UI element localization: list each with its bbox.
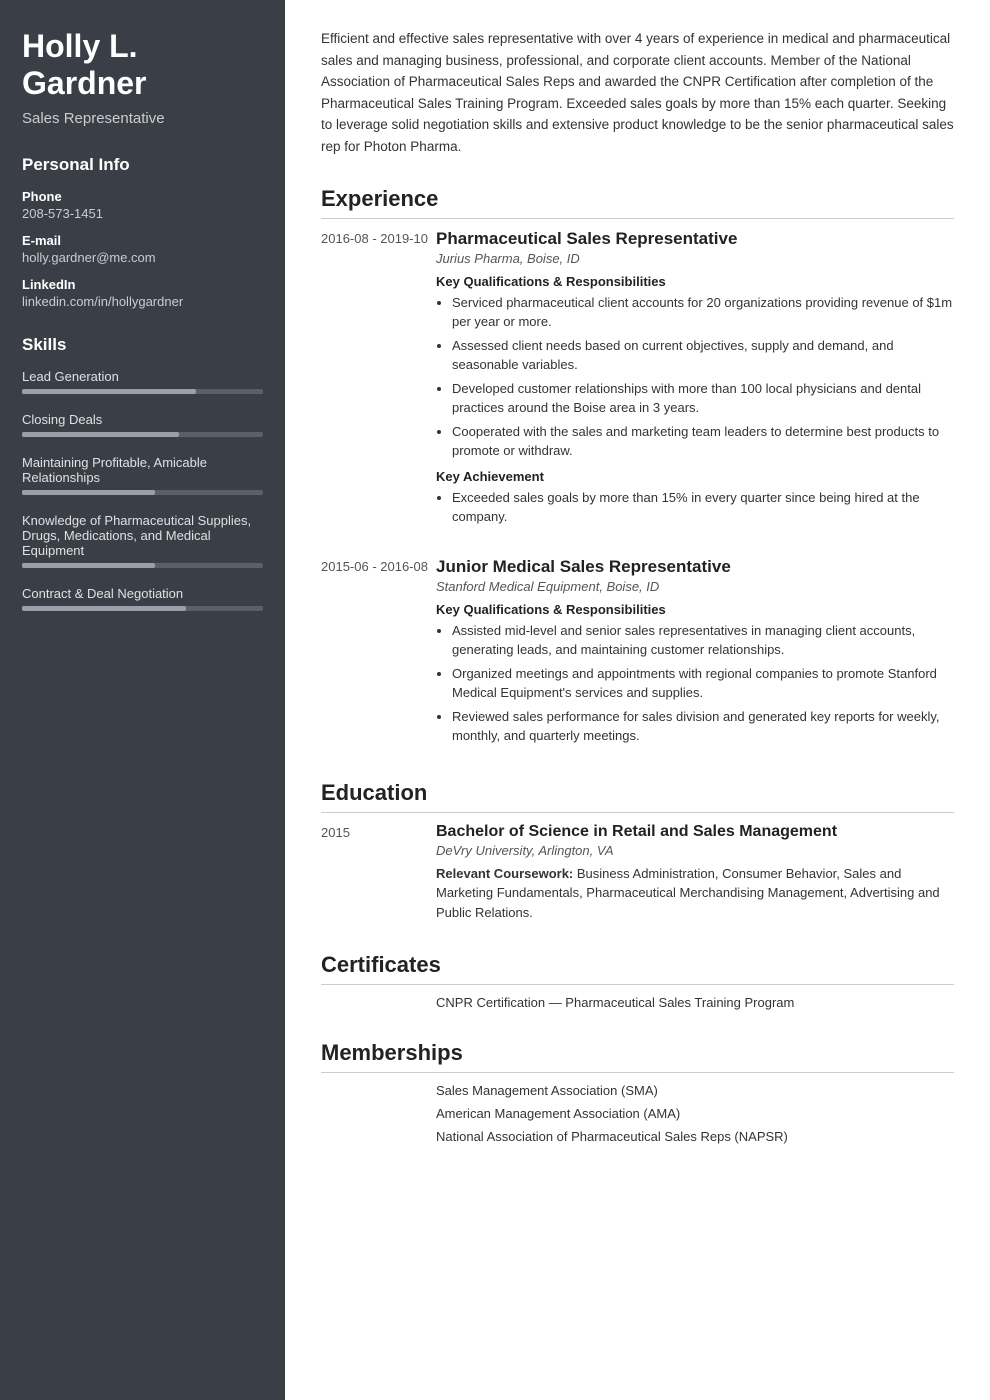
exp-content: Pharmaceutical Sales Representative Juri… — [436, 229, 954, 531]
skill-item: Contract & Deal Negotiation — [22, 586, 263, 611]
certificates-section: Certificates CNPR Certification — Pharma… — [321, 952, 954, 1010]
member-value: Sales Management Association (SMA) — [436, 1083, 954, 1098]
main-content: Efficient and effective sales representa… — [285, 0, 990, 1400]
experience-entries: 2016-08 - 2019-10 Pharmaceutical Sales R… — [321, 229, 954, 750]
achievement-bullets: Exceeded sales goals by more than 15% in… — [436, 488, 954, 527]
education-entry: 2015 Bachelor of Science in Retail and S… — [321, 823, 954, 923]
member-date — [321, 1129, 436, 1144]
edu-coursework: Relevant Coursework: Business Administra… — [436, 864, 954, 923]
member-date — [321, 1083, 436, 1098]
exp-content: Junior Medical Sales Representative Stan… — [436, 557, 954, 750]
skill-bar-bg — [22, 490, 263, 495]
skills-list: Lead Generation Closing Deals Maintainin… — [22, 369, 263, 611]
bullet-item: Reviewed sales performance for sales div… — [452, 707, 954, 746]
education-entries: 2015 Bachelor of Science in Retail and S… — [321, 823, 954, 923]
achievement-title: Key Achievement — [436, 469, 954, 484]
skill-bar-fill — [22, 432, 179, 437]
education-section: Education 2015 Bachelor of Science in Re… — [321, 780, 954, 923]
edu-school: DeVry University, Arlington, VA — [436, 843, 954, 858]
qualifications-bullets: Assisted mid-level and senior sales repr… — [436, 621, 954, 746]
skill-name: Lead Generation — [22, 369, 263, 384]
linkedin-label: LinkedIn — [22, 277, 263, 292]
skill-bar-bg — [22, 563, 263, 568]
qualifications-title: Key Qualifications & Responsibilities — [436, 602, 954, 617]
company: Jurius Pharma, Boise, ID — [436, 251, 954, 266]
phone-value: 208-573-1451 — [22, 206, 263, 221]
member-value: National Association of Pharmaceutical S… — [436, 1129, 954, 1144]
skill-item: Lead Generation — [22, 369, 263, 394]
cert-date — [321, 995, 436, 1010]
memberships-entries: Sales Management Association (SMA) Ameri… — [321, 1083, 954, 1144]
skill-item: Maintaining Profitable, Amicable Relatio… — [22, 455, 263, 495]
email-value: holly.gardner@me.com — [22, 250, 263, 265]
company: Stanford Medical Equipment, Boise, ID — [436, 579, 954, 594]
skill-bar-fill — [22, 606, 186, 611]
summary-text: Efficient and effective sales representa… — [321, 28, 954, 158]
skill-bar-fill — [22, 389, 196, 394]
phone-label: Phone — [22, 189, 263, 204]
bullet-item: Cooperated with the sales and marketing … — [452, 422, 954, 461]
linkedin-value: linkedin.com/in/hollygardner — [22, 294, 263, 309]
job-title: Pharmaceutical Sales Representative — [436, 229, 954, 249]
personal-info-section-title: Personal Info — [22, 155, 263, 175]
education-section-title: Education — [321, 780, 954, 813]
exp-date: 2016-08 - 2019-10 — [321, 229, 436, 531]
bullet-item: Exceeded sales goals by more than 15% in… — [452, 488, 954, 527]
certificates-section-title: Certificates — [321, 952, 954, 985]
certificate-entry: CNPR Certification — Pharmaceutical Sale… — [321, 995, 954, 1010]
skill-bar-bg — [22, 432, 263, 437]
member-value: American Management Association (AMA) — [436, 1106, 954, 1121]
job-title: Junior Medical Sales Representative — [436, 557, 954, 577]
edu-date: 2015 — [321, 823, 436, 923]
membership-entry: National Association of Pharmaceutical S… — [321, 1129, 954, 1144]
skill-bar-fill — [22, 490, 155, 495]
skill-item: Knowledge of Pharmaceutical Supplies, Dr… — [22, 513, 263, 568]
memberships-section: Memberships Sales Management Association… — [321, 1040, 954, 1144]
experience-entry: 2016-08 - 2019-10 Pharmaceutical Sales R… — [321, 229, 954, 531]
skill-name: Maintaining Profitable, Amicable Relatio… — [22, 455, 263, 485]
member-date — [321, 1106, 436, 1121]
skill-bar-bg — [22, 606, 263, 611]
bullet-item: Organized meetings and appointments with… — [452, 664, 954, 703]
bullet-item: Assisted mid-level and senior sales repr… — [452, 621, 954, 660]
experience-entry: 2015-06 - 2016-08 Junior Medical Sales R… — [321, 557, 954, 750]
exp-date: 2015-06 - 2016-08 — [321, 557, 436, 750]
bullet-item: Assessed client needs based on current o… — [452, 336, 954, 375]
skill-name: Closing Deals — [22, 412, 263, 427]
experience-section: Experience 2016-08 - 2019-10 Pharmaceuti… — [321, 186, 954, 750]
edu-degree: Bachelor of Science in Retail and Sales … — [436, 823, 954, 841]
experience-section-title: Experience — [321, 186, 954, 219]
membership-entry: Sales Management Association (SMA) — [321, 1083, 954, 1098]
bullet-item: Developed customer relationships with mo… — [452, 379, 954, 418]
candidate-name: Holly L. Gardner — [22, 28, 263, 102]
certificates-entries: CNPR Certification — Pharmaceutical Sale… — [321, 995, 954, 1010]
candidate-title: Sales Representative — [22, 110, 263, 127]
skill-name: Contract & Deal Negotiation — [22, 586, 263, 601]
cert-value: CNPR Certification — Pharmaceutical Sale… — [436, 995, 954, 1010]
skills-section-title: Skills — [22, 335, 263, 355]
skill-bar-bg — [22, 389, 263, 394]
qualifications-bullets: Serviced pharmaceutical client accounts … — [436, 293, 954, 461]
resume-wrapper: Holly L. Gardner Sales Representative Pe… — [0, 0, 990, 1400]
skill-bar-fill — [22, 563, 155, 568]
bullet-item: Serviced pharmaceutical client accounts … — [452, 293, 954, 332]
sidebar: Holly L. Gardner Sales Representative Pe… — [0, 0, 285, 1400]
memberships-section-title: Memberships — [321, 1040, 954, 1073]
edu-content: Bachelor of Science in Retail and Sales … — [436, 823, 954, 923]
membership-entry: American Management Association (AMA) — [321, 1106, 954, 1121]
skill-item: Closing Deals — [22, 412, 263, 437]
qualifications-title: Key Qualifications & Responsibilities — [436, 274, 954, 289]
email-label: E-mail — [22, 233, 263, 248]
skill-name: Knowledge of Pharmaceutical Supplies, Dr… — [22, 513, 263, 558]
